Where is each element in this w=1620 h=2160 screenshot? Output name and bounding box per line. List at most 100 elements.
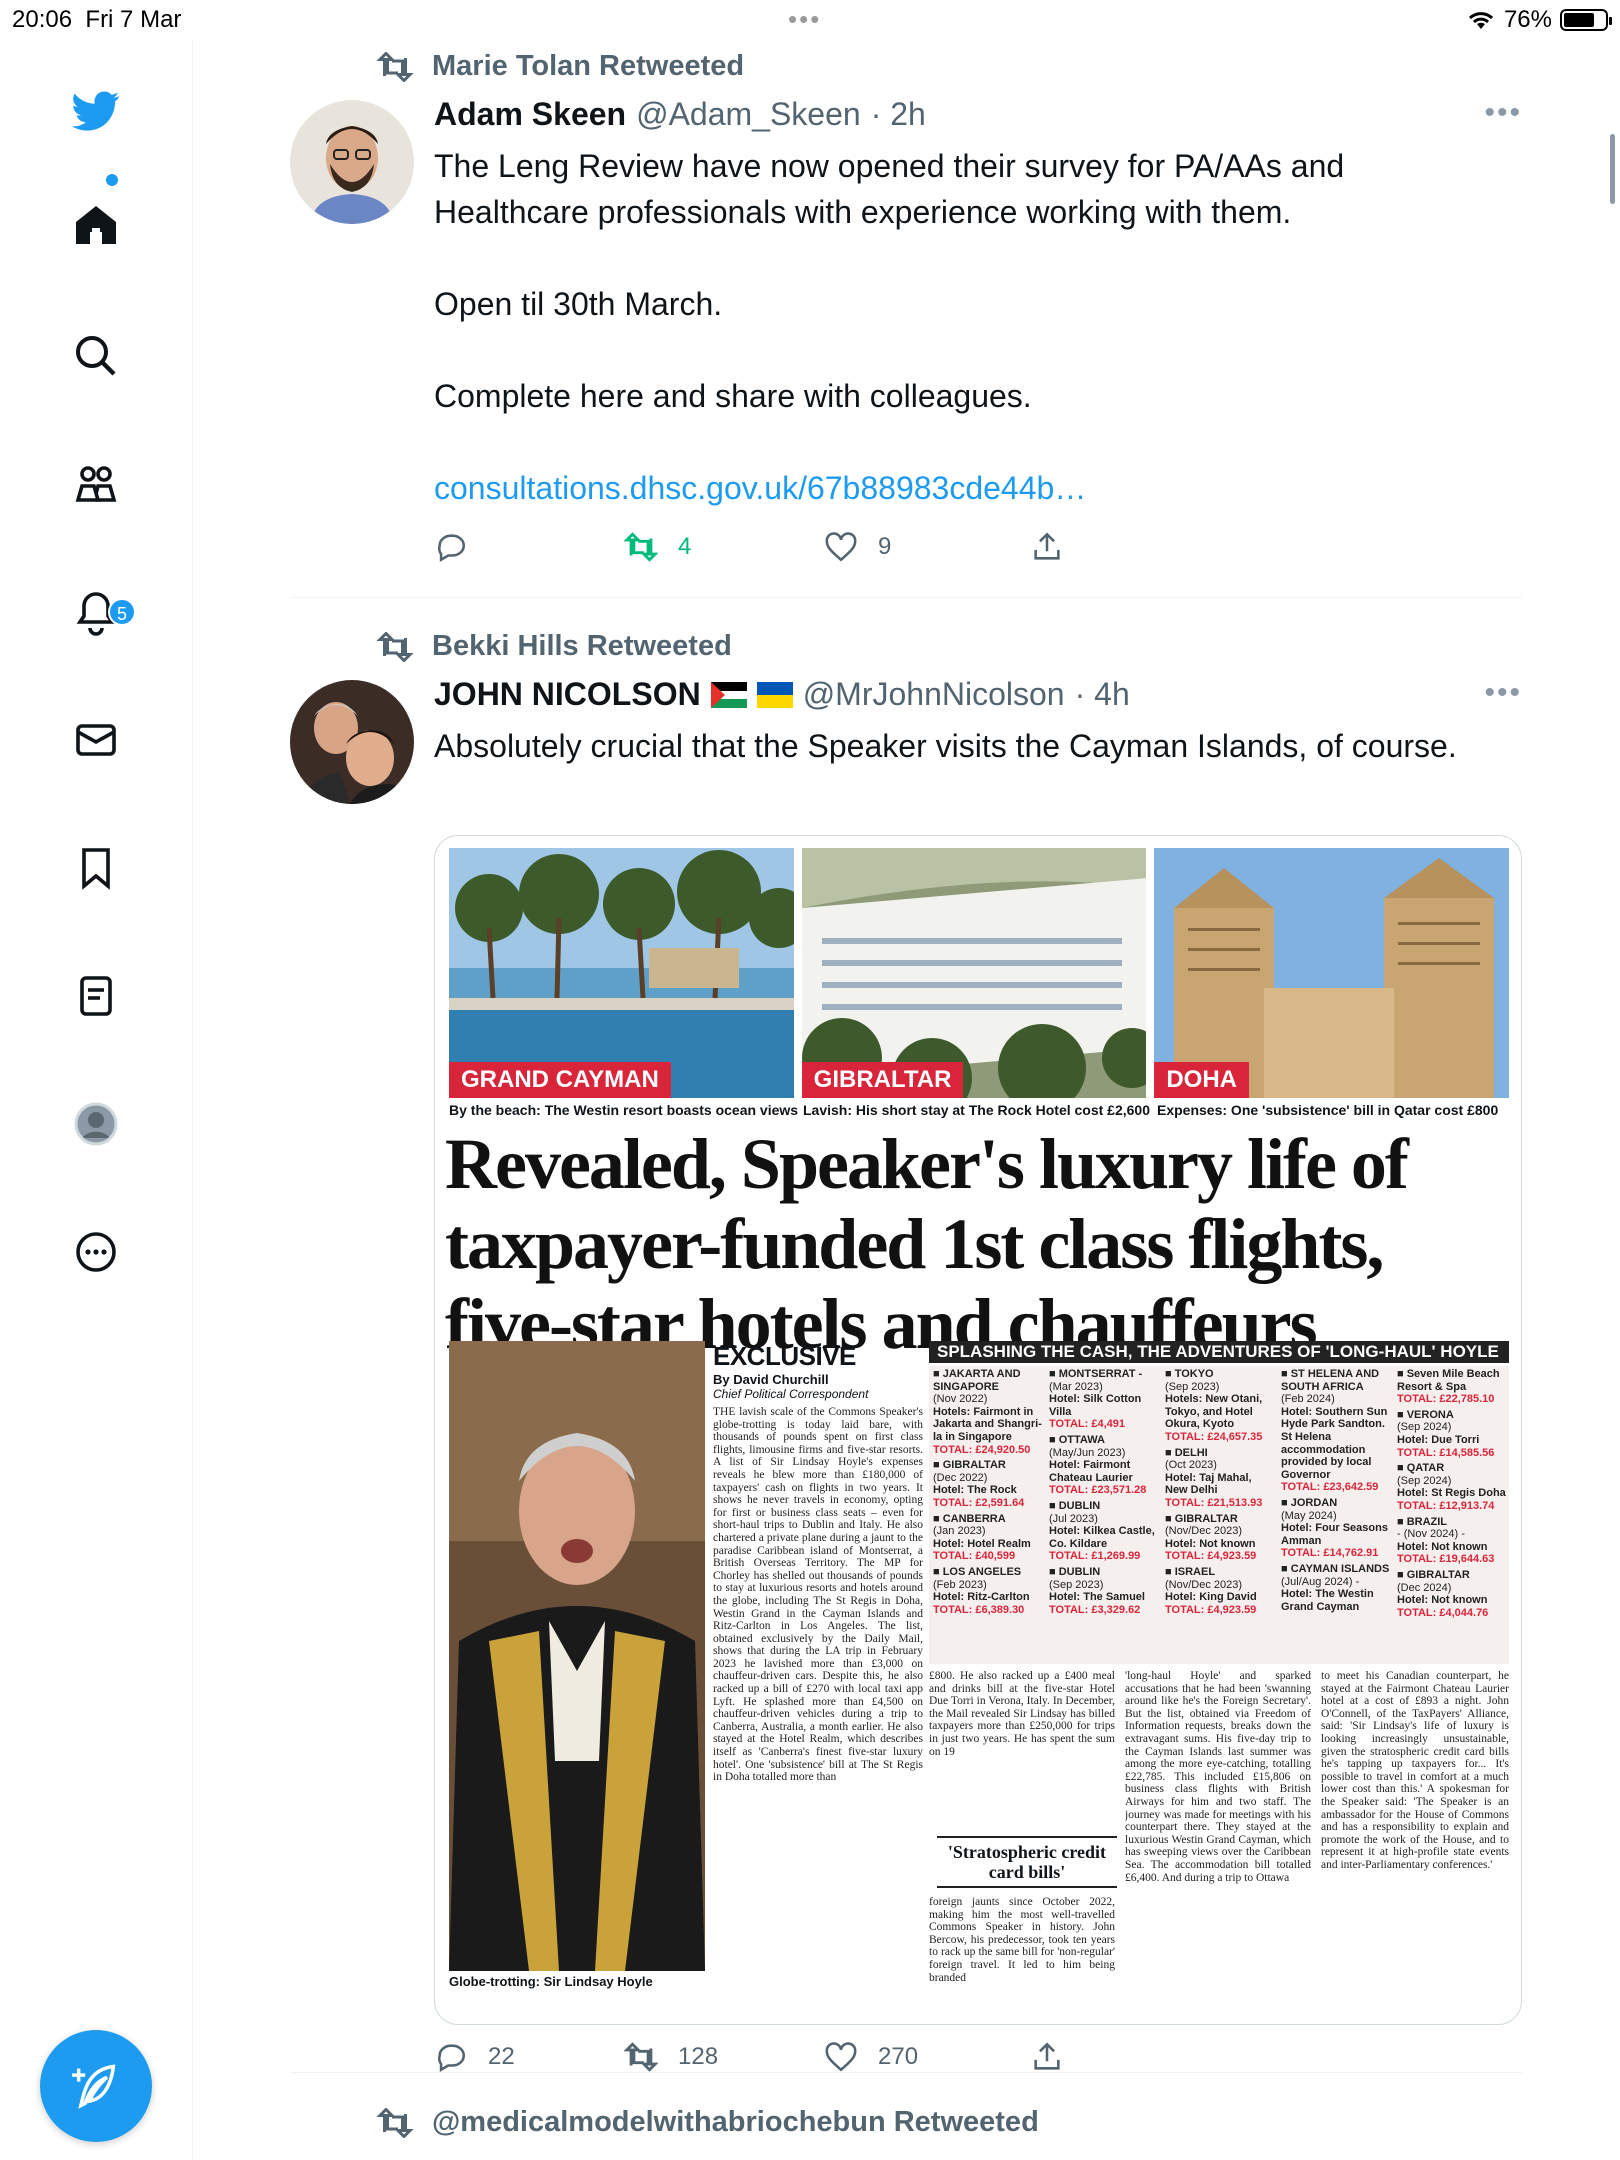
- trips-column: ■ TOKYO (Sep 2023) Hotels: New Otani, Toky…: [1165, 1368, 1277, 1619]
- communities-icon[interactable]: [70, 458, 122, 510]
- lists-icon[interactable]: [70, 970, 122, 1022]
- trip-hotel: Hotel: Hotel Realm: [933, 1537, 1031, 1550]
- photo-tag: GIBRALTAR: [801, 1062, 964, 1098]
- like-button[interactable]: 270: [824, 2040, 918, 2074]
- messages-icon[interactable]: [70, 714, 122, 766]
- tweet-header: Adam Skeen @Adam_Skeen · 2h: [434, 96, 926, 133]
- article-body-col3: 'long-haul Hoyle' and sparked accusation…: [1125, 1670, 1311, 1884]
- like-button[interactable]: 9: [824, 530, 891, 564]
- retweet-count: 4: [678, 533, 692, 560]
- article-body-col1: THE lavish scale of the Commons Speaker'…: [713, 1406, 923, 1784]
- profile-avatar-icon[interactable]: [70, 1098, 122, 1150]
- like-count: 9: [878, 533, 892, 560]
- tweet-more-button[interactable]: •••: [1484, 96, 1522, 130]
- trip-hotel: Hotel: Taj Mahal, New Delhi: [1165, 1471, 1252, 1497]
- share-icon: [1034, 532, 1060, 560]
- trip-total: TOTAL: £4,044.76: [1397, 1606, 1489, 1619]
- retweet-icon: [624, 532, 658, 562]
- retweet-context-label[interactable]: @medicalmodelwithabriochebun Retweeted: [432, 2106, 1039, 2139]
- trip-entry: ■ GIBRALTAR (Dec 2022) Hotel: The Rock TOTA…: [933, 1459, 1045, 1509]
- trip-hotel: Hotel: King David: [1165, 1591, 1257, 1604]
- bookmarks-icon[interactable]: [70, 842, 122, 894]
- compose-tweet-button[interactable]: [40, 2030, 152, 2142]
- share-button[interactable]: [1030, 2040, 1064, 2074]
- trip-total: TOTAL: £3,329.62: [1049, 1603, 1141, 1616]
- author-name[interactable]: Adam Skeen: [434, 96, 626, 133]
- tweet-actions: 22 128 270: [434, 2040, 1434, 2080]
- retweet-context: @medicalmodelwithabriochebun Retweeted: [376, 2106, 1039, 2139]
- avatar[interactable]: [290, 100, 414, 224]
- trip-place: ■ BRAZIL: [1397, 1515, 1448, 1528]
- trip-total: TOTAL: £4,491: [1049, 1418, 1126, 1431]
- trip-entry: ■ VERONA (Sep 2024) Hotel: Due Torri TOTAL:…: [1397, 1409, 1509, 1459]
- like-count: 270: [878, 2043, 919, 2070]
- trip-total: TOTAL: £2,591.64: [933, 1496, 1025, 1509]
- trip-entry: ■ CANBERRA (Jan 2023) Hotel: Hotel Realm TO…: [933, 1513, 1045, 1563]
- trip-date: (Nov 2022): [933, 1393, 988, 1406]
- retweet-button[interactable]: 128: [624, 2040, 718, 2074]
- avatar[interactable]: [290, 680, 414, 804]
- trip-place: ■ GIBRALTAR: [1397, 1568, 1470, 1581]
- trips-band: SPLASHING THE CASH, THE ADVENTURES OF 'L…: [929, 1341, 1509, 1363]
- home-icon[interactable]: [70, 200, 122, 252]
- battery-percent: 76%: [1503, 6, 1552, 33]
- compose-feather-icon: [72, 2064, 116, 2109]
- photo-caption: Lavish: His short stay at The Rock Hotel…: [803, 1102, 1151, 1118]
- trip-entry: ■ DUBLIN (Sep 2023) Hotel: The Samuel TOTAL…: [1049, 1566, 1161, 1616]
- like-icon: [825, 2042, 857, 2072]
- retweet-context-icon: [376, 2107, 414, 2138]
- reply-button[interactable]: [434, 530, 488, 564]
- trip-total: TOTAL: £24,920.50: [933, 1443, 1031, 1456]
- share-button[interactable]: [1030, 530, 1064, 564]
- photo-caption-hoyle: Globe-trotting: Sir Lindsay Hoyle: [449, 1974, 653, 1989]
- twitter-logo-icon[interactable]: [70, 85, 122, 137]
- retweet-button[interactable]: 4: [624, 530, 691, 564]
- search-icon[interactable]: [70, 330, 122, 382]
- trip-date: (May/Jun 2023): [1049, 1446, 1126, 1459]
- tweet-text-line: Complete here and share with colleagues.: [434, 378, 1032, 414]
- tweet-time[interactable]: · 2h: [871, 96, 926, 133]
- trip-hotel: Hotel: Not known: [1165, 1537, 1256, 1550]
- tweet-actions: 4 9: [434, 530, 1434, 570]
- trip-hotel: Hotel: Fairmont Chateau Laurier: [1049, 1459, 1133, 1484]
- trip-entry: ■ BRAZIL - (Nov 2024) - Hotel: Not known TO…: [1397, 1516, 1509, 1566]
- trip-entry: ■ JAKARTA AND SINGAPORE (Nov 2022) Hotels:…: [933, 1368, 1045, 1456]
- reply-icon: [438, 2044, 465, 2073]
- tweet-link[interactable]: consultations.dhsc.gov.uk/67b88983cde44b…: [434, 465, 1494, 511]
- trip-hotel: Hotel: The Samuel: [1049, 1591, 1145, 1604]
- trip-place: ■ CAYMAN ISLANDS: [1281, 1562, 1390, 1575]
- trip-total: TOTAL: £21,513.93: [1165, 1496, 1263, 1509]
- palestine-flag-icon: [710, 681, 747, 708]
- multitasking-dots[interactable]: •••: [788, 4, 821, 35]
- trip-hotel: Hotel: The Rock: [933, 1484, 1017, 1497]
- photo-strip: GRAND CAYMAN GIBRALTAR DOHA: [449, 848, 1509, 1098]
- more-menu-icon[interactable]: [70, 1226, 122, 1278]
- tweet-time[interactable]: · 4h: [1075, 676, 1130, 713]
- tweet-text: Absolutely crucial that the Speaker visi…: [434, 728, 1457, 764]
- reply-button[interactable]: 22: [434, 2040, 515, 2074]
- reply-icon: [438, 534, 465, 563]
- tweet-more-button[interactable]: •••: [1484, 676, 1522, 710]
- trip-entry: ■ DUBLIN (Jul 2023) Hotel: Kilkea Castle, …: [1049, 1500, 1161, 1563]
- trip-place: ■ TOKYO: [1165, 1368, 1214, 1380]
- retweet-context-label[interactable]: Marie Tolan Retweeted: [432, 50, 744, 83]
- trips-column: ■ ST HELENA AND SOUTH AFRICA (Feb 2024) Ho…: [1281, 1368, 1393, 1616]
- trip-place: ■ ISRAEL: [1165, 1565, 1216, 1578]
- retweet-context-label[interactable]: Bekki Hills Retweeted: [432, 630, 732, 663]
- tweet-divider: [290, 2072, 1522, 2073]
- trip-entry: ■ DELHI (Oct 2023) Hotel: Taj Mahal, New D…: [1165, 1447, 1277, 1510]
- trip-hotel: Hotel: Four Seasons Amman: [1281, 1522, 1388, 1547]
- trip-hotel: Hotel: Southern Sun Hyde Park Sandton. S…: [1281, 1405, 1388, 1481]
- status-right: 76%: [1466, 6, 1612, 34]
- trip-date: (Dec 2024): [1397, 1581, 1452, 1594]
- trip-entry: ■ TOKYO (Sep 2023) Hotels: New Otani, Toky…: [1165, 1368, 1277, 1444]
- tweet-image-newspaper[interactable]: GRAND CAYMAN GIBRALTAR DOHA By the beach…: [434, 835, 1522, 2025]
- retweet-context-icon: [376, 631, 414, 662]
- trip-date: (Dec 2022): [933, 1471, 988, 1484]
- author-name[interactable]: JOHN NICOLSON: [434, 676, 701, 713]
- scrollbar[interactable]: [1610, 134, 1615, 204]
- trip-entry: ■ GIBRALTAR (Nov/Dec 2023) Hotel: Not know…: [1165, 1513, 1277, 1563]
- reply-count: 22: [488, 2043, 515, 2070]
- author-handle[interactable]: @Adam_Skeen: [636, 96, 861, 133]
- author-handle[interactable]: @MrJohnNicolson: [803, 676, 1065, 713]
